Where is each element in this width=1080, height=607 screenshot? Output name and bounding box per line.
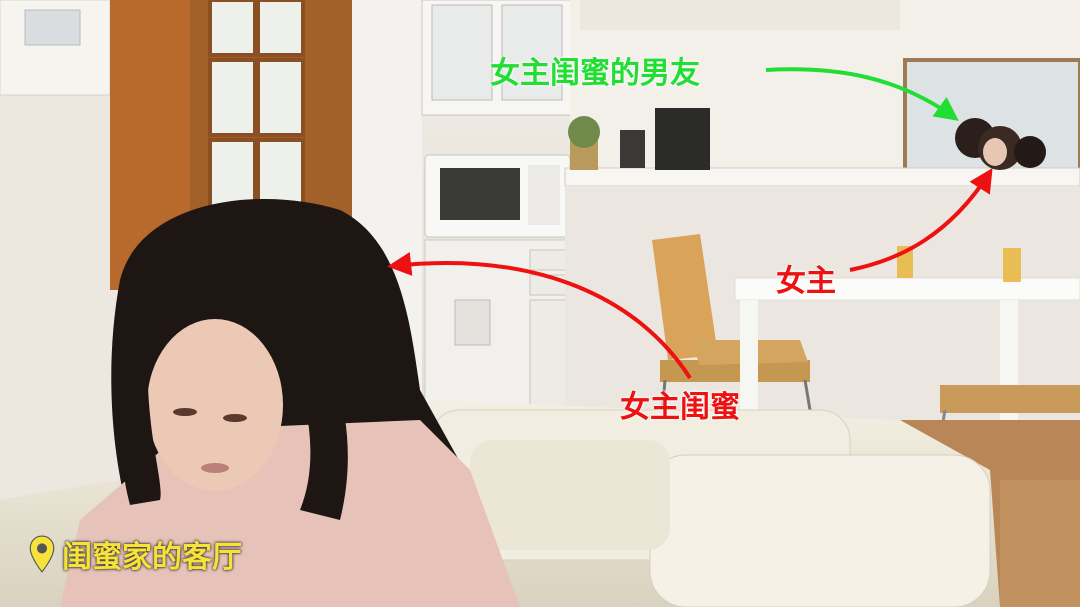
location-pin-icon bbox=[29, 535, 55, 573]
location-caption: 闺蜜家的客厅 bbox=[28, 532, 242, 576]
caption-text: 闺蜜家的客厅 bbox=[62, 540, 242, 575]
photo-scene: 女主闺蜜的男友 女主 女主闺蜜 闺蜜家的客厅 bbox=[0, 0, 1080, 607]
friend-annotation-label: 女主闺蜜 bbox=[620, 390, 740, 425]
boyfriend-annotation-label: 女主闺蜜的男友 bbox=[490, 56, 700, 91]
heroine-annotation-label: 女主 bbox=[776, 264, 836, 299]
